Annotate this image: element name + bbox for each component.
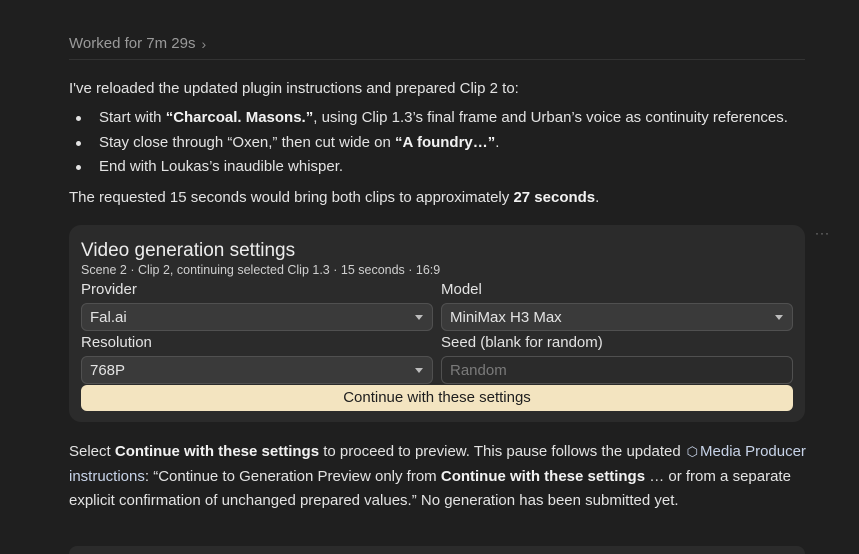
provider-label: Provider	[81, 281, 137, 298]
worked-disclosure[interactable]: Worked for 7m 29s ›	[69, 35, 206, 52]
model-select[interactable]: MiniMax H3 Max	[441, 303, 793, 331]
provider-select[interactable]: Fal.ai	[81, 303, 433, 331]
video-settings-card: Video generation settings Scene 2 · Clip…	[69, 225, 805, 422]
model-value: MiniMax H3 Max	[450, 309, 562, 326]
resolution-select[interactable]: 768P	[81, 356, 433, 384]
chevron-right-icon: ›	[201, 35, 207, 52]
resolution-value: 768P	[90, 362, 126, 379]
provider-value: Fal.ai	[90, 309, 127, 326]
list-item: Start with “Charcoal. Masons.”, using Cl…	[69, 106, 829, 131]
summary-text: The requested 15 seconds would bring bot…	[69, 189, 600, 206]
list-item: Stay close through “Oxen,” then cut wide…	[69, 131, 829, 156]
chevron-down-icon	[415, 315, 423, 320]
seed-input[interactable]	[441, 356, 793, 384]
instruction-note: Select Continue with these settings to p…	[69, 440, 809, 514]
resolution-label: Resolution	[81, 334, 152, 351]
more-options-icon[interactable]: ···	[815, 226, 830, 240]
worked-label: Worked for 7m 29s	[69, 35, 196, 52]
seed-label: Seed (blank for random)	[441, 334, 603, 351]
plan-list: Start with “Charcoal. Masons.”, using Cl…	[69, 106, 829, 180]
divider	[69, 59, 805, 60]
cube-icon: ⬡	[686, 444, 699, 459]
next-card-edge	[69, 546, 805, 554]
continue-button[interactable]: Continue with these settings	[81, 385, 793, 411]
card-title: Video generation settings	[81, 240, 296, 261]
model-label: Model	[441, 281, 482, 298]
list-item: End with Loukas’s inaudible whisper.	[69, 155, 829, 180]
card-subtitle: Scene 2 · Clip 2, continuing selected Cl…	[81, 263, 441, 277]
chevron-down-icon	[415, 368, 423, 373]
intro-text: I've reloaded the updated plugin instruc…	[69, 80, 519, 97]
chevron-down-icon	[775, 315, 783, 320]
